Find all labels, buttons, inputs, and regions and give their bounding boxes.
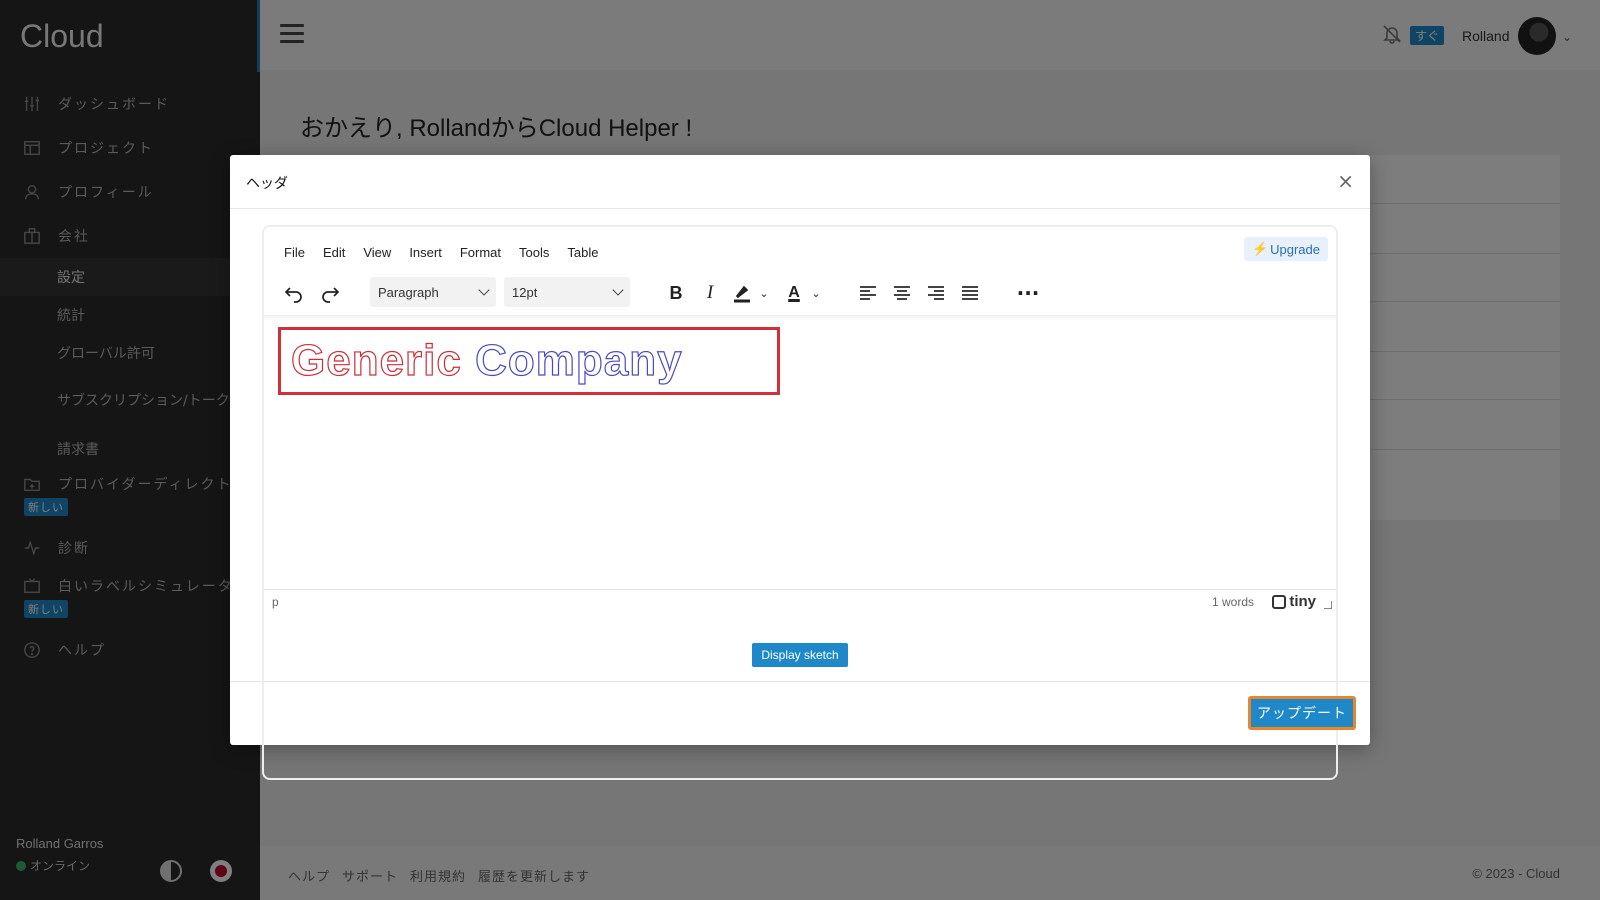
modal-footer: アップデート bbox=[230, 681, 1370, 745]
chevron-down-icon bbox=[478, 284, 490, 296]
display-sketch-button[interactable]: Display sketch bbox=[752, 643, 848, 667]
menu-view[interactable]: View bbox=[363, 245, 391, 260]
upgrade-label: Upgrade bbox=[1270, 241, 1320, 257]
block-format-select[interactable]: Paragraph bbox=[370, 277, 496, 307]
modal-title: ヘッダ bbox=[246, 176, 288, 192]
word-count[interactable]: 1 words bbox=[1212, 595, 1254, 609]
block-format-value: Paragraph bbox=[378, 284, 439, 300]
close-icon[interactable]: × bbox=[1337, 169, 1354, 193]
menu-table[interactable]: Table bbox=[567, 245, 598, 260]
update-button[interactable]: アップデート bbox=[1248, 696, 1356, 730]
editor-menubar: File Edit View Insert Format Tools Table bbox=[284, 245, 598, 260]
highlight-color-icon[interactable] bbox=[728, 277, 756, 309]
content-word-company: Company bbox=[475, 335, 683, 385]
chevron-down-icon[interactable]: ⌄ bbox=[808, 277, 824, 309]
content-word-generic: Generic bbox=[290, 335, 462, 385]
font-size-value: 12pt bbox=[512, 284, 538, 300]
modal-header: ヘッダ × bbox=[230, 155, 1370, 209]
header-text-block[interactable]: Generic Company bbox=[278, 327, 780, 395]
resize-handle-icon[interactable] bbox=[1324, 601, 1332, 609]
header-modal: ヘッダ × File Edit View Insert Format Tools… bbox=[230, 155, 1370, 780]
element-path[interactable]: p bbox=[272, 595, 279, 609]
undo-icon[interactable] bbox=[280, 277, 308, 309]
menu-tools[interactable]: Tools bbox=[519, 245, 549, 260]
header-text: Generic Company bbox=[290, 335, 683, 386]
toolbar-divider bbox=[264, 315, 1336, 321]
chevron-down-icon bbox=[612, 284, 624, 296]
align-justify-icon[interactable] bbox=[956, 277, 984, 309]
menu-edit[interactable]: Edit bbox=[323, 245, 345, 260]
align-left-icon[interactable] bbox=[854, 277, 882, 309]
menu-file[interactable]: File bbox=[284, 245, 305, 260]
text-color-icon[interactable]: A bbox=[780, 277, 808, 309]
font-size-select[interactable]: 12pt bbox=[504, 277, 630, 307]
redo-icon[interactable] bbox=[316, 277, 344, 309]
bold-icon[interactable]: B bbox=[662, 277, 690, 309]
align-right-icon[interactable] bbox=[922, 277, 950, 309]
italic-icon[interactable]: I bbox=[696, 277, 724, 309]
upgrade-button[interactable]: ⚡ Upgrade bbox=[1243, 237, 1328, 261]
lightning-icon: ⚡ bbox=[1251, 241, 1269, 256]
menu-insert[interactable]: Insert bbox=[409, 245, 442, 260]
editor-statusbar: p 1 words tiny bbox=[264, 589, 1336, 613]
more-icon[interactable]: ··· bbox=[1014, 277, 1042, 309]
tiny-logo-icon bbox=[1272, 594, 1287, 609]
tiny-brand-label: tiny bbox=[1289, 593, 1316, 610]
align-center-icon[interactable] bbox=[888, 277, 916, 309]
tiny-brand[interactable]: tiny bbox=[1272, 593, 1316, 610]
chevron-down-icon[interactable]: ⌄ bbox=[756, 277, 772, 309]
menu-format[interactable]: Format bbox=[460, 245, 501, 260]
editor-toolbar: Paragraph 12pt B I ⌄ A ⌄ ··· bbox=[280, 277, 1320, 313]
editor-content[interactable]: Generic Company bbox=[278, 327, 780, 395]
